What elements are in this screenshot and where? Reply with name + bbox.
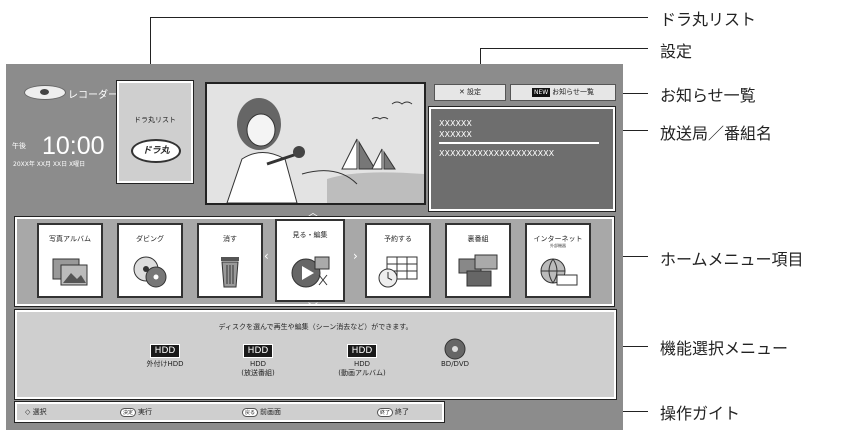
- function-item-bd-dvd[interactable]: BD/DVD: [405, 338, 505, 369]
- callout-settings: 設定: [660, 42, 693, 61]
- station-info: XXXXXX XXXXXX XXXXXXXXXXXXXXXXXXXXX: [428, 106, 616, 212]
- menu-item-view-edit[interactable]: 見る・編集: [275, 219, 345, 302]
- menu-item-delete[interactable]: 消す: [197, 223, 263, 298]
- back-key-icon: 戻る: [242, 408, 259, 417]
- disc-icon: [405, 338, 505, 360]
- function-item-label: BD/DVD: [441, 360, 469, 368]
- guide-select: ◇ 選択: [25, 408, 47, 416]
- callout-line: [480, 48, 648, 49]
- menu-item-label: 裏番組: [467, 235, 489, 243]
- function-item-label: 外付けHDD: [146, 360, 184, 368]
- play-edit-icon: [291, 256, 330, 288]
- menu-item-label: 見る・編集: [292, 231, 328, 239]
- external-hdd-icon: HDD: [115, 338, 215, 360]
- menu-item-label: 予約する: [384, 235, 412, 243]
- hdd-icon: HDD: [208, 338, 308, 360]
- program-name: XXXXXXXXXXXXXXXXXXXXX: [439, 149, 555, 158]
- function-item-external-hdd[interactable]: HDD 外付けHDD: [115, 338, 215, 369]
- news-list-button[interactable]: NEW お知らせ一覧: [510, 84, 616, 101]
- internet-icon: [540, 258, 578, 286]
- function-item-sublabel: (放送番組): [241, 369, 275, 377]
- photo-album-icon: [52, 258, 88, 286]
- function-menu: ディスクを選んで再生や編集（シーン消去など）ができます。 HDD 外付けHDD …: [14, 309, 617, 400]
- function-description: ディスクを選んで再生や編集（シーン消去など）ができます。: [218, 323, 413, 331]
- callout-line: [150, 17, 648, 18]
- dora-list-tile[interactable]: ドラ丸リスト ドラ丸: [116, 80, 194, 184]
- callout-dora-list: ドラ丸リスト: [660, 10, 757, 29]
- callout-station: 放送局／番組名: [660, 124, 773, 143]
- home-menu: 写真アルバム ダビング 消す ‹ 見る・編集 › 予約する 裏番組 インターネッ…: [14, 216, 615, 307]
- menu-item-label: 消す: [223, 235, 237, 243]
- hdd-video-icon: HDD: [312, 338, 412, 360]
- tools-icon: ✕: [458, 88, 468, 96]
- menu-item-other-channel[interactable]: 裏番組: [445, 223, 511, 298]
- callout-guide: 操作ガイト: [660, 404, 741, 423]
- divider: [439, 142, 599, 144]
- disc-icon: [24, 85, 66, 100]
- trash-icon: [221, 257, 239, 288]
- settings-label: 設定: [467, 88, 482, 96]
- function-item-label: HDD: [353, 360, 371, 368]
- guide-execute: 決定 実行: [120, 407, 152, 417]
- cross-key-icon: ◇: [25, 408, 33, 416]
- callout-function-menu: 機能選択メニュー: [660, 339, 789, 358]
- channel-name: XXXXXX: [439, 130, 472, 139]
- clock-time: 10:00: [42, 132, 105, 160]
- station-name: XXXXXX: [439, 119, 472, 128]
- program-preview: [205, 82, 426, 205]
- tv-screen: レコーダー 午後 10:00 20XX年 XX月 XX日 X曜日 ドラ丸リスト …: [6, 64, 623, 430]
- operation-guide: ◇ 選択 決定 実行 戻る 前画面 終了 終了: [14, 401, 445, 423]
- menu-item-internet[interactable]: インターネット 外部機器: [525, 223, 591, 298]
- menu-item-photo-album[interactable]: 写真アルバム: [37, 223, 103, 298]
- callout-news-list: お知らせ一覧: [660, 86, 756, 105]
- guide-end: 終了 終了: [377, 407, 409, 417]
- function-item-label: HDD: [249, 360, 267, 368]
- news-list-label: お知らせ一覧: [552, 88, 595, 96]
- calendar-icon: [378, 256, 418, 288]
- left-arrow-icon[interactable]: ‹: [264, 249, 269, 263]
- menu-item-label: ダビング: [136, 235, 164, 243]
- clock-date: 20XX年 XX月 XX日 X曜日: [13, 161, 86, 168]
- multi-screen-icon: [458, 254, 498, 287]
- presenter-illustration: [207, 84, 424, 203]
- function-item-hdd-broadcast[interactable]: HDD HDD (放送番組): [208, 338, 308, 378]
- callout-home-menu: ホームメニュー項目: [660, 250, 804, 269]
- right-arrow-icon[interactable]: ›: [353, 249, 358, 263]
- end-key-icon: 終了: [377, 408, 394, 417]
- guide-back: 戻る 前画面: [242, 407, 281, 417]
- dora-list-title: ドラ丸リスト: [134, 116, 176, 124]
- recorder-label: レコーダー: [68, 90, 118, 101]
- function-item-hdd-video-album[interactable]: HDD HDD (動画アルバム): [312, 338, 412, 378]
- dora-logo-icon: ドラ丸: [131, 139, 181, 163]
- menu-item-dubbing[interactable]: ダビング: [117, 223, 183, 298]
- dubbing-icon: [133, 256, 167, 288]
- function-item-sublabel: (動画アルバム): [338, 369, 386, 377]
- menu-item-reserve[interactable]: 予約する: [365, 223, 431, 298]
- menu-item-label: 写真アルバム: [49, 235, 91, 243]
- enter-key-icon: 決定: [120, 408, 137, 417]
- clock-ampm: 午後: [12, 142, 26, 150]
- settings-button[interactable]: ✕ 設定: [434, 84, 506, 101]
- new-icon: NEW: [531, 88, 551, 97]
- menu-item-sublabel: 外部機器: [550, 243, 566, 248]
